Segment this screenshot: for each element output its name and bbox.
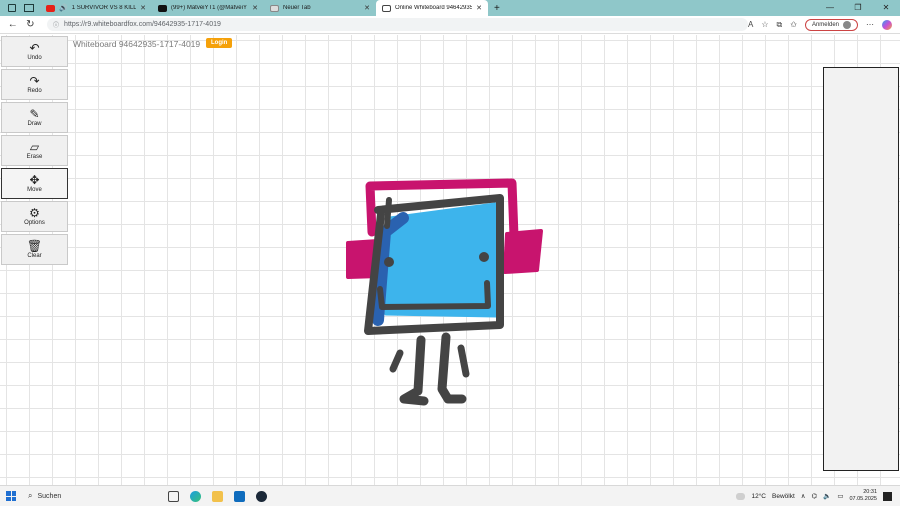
taskbar-search[interactable]: ⌕ Suchen (28, 489, 158, 503)
taskbar: ⌕ Suchen 12°C Bewölkt ∧ ⌬ 🔈 ▭ 20:31 07.0… (0, 485, 900, 506)
volume-icon[interactable]: 🔈 (823, 492, 831, 500)
move-button[interactable]: ✥ Move (1, 168, 68, 199)
tool-label: Erase (26, 154, 43, 160)
redo-button[interactable]: ↷ Redo (1, 69, 68, 100)
file-explorer-icon[interactable] (212, 490, 223, 502)
right-eye-dot (479, 252, 489, 262)
side-panel[interactable] (823, 67, 899, 471)
date-text: 07.05.2025 (849, 496, 877, 502)
trash-icon: 🗑 (26, 239, 43, 253)
drawing-layer (346, 178, 543, 406)
tool-label: Move (27, 187, 42, 193)
leg-stroke (457, 344, 470, 378)
left-eye-dot (384, 257, 394, 267)
weather-desc[interactable]: Bewölkt (772, 493, 795, 500)
erase-button[interactable]: ▱ Erase (1, 135, 68, 166)
tool-label: Clear (27, 253, 42, 259)
outlook-icon[interactable] (234, 490, 245, 502)
leg-stroke (399, 335, 429, 406)
right-earcup-stroke (503, 229, 543, 274)
weather-icon (736, 492, 746, 500)
battery-icon[interactable]: ▭ (837, 492, 843, 500)
chevron-up-icon[interactable]: ∧ (801, 492, 806, 500)
edge-icon[interactable] (190, 490, 201, 502)
login-button[interactable]: Login (206, 38, 233, 48)
task-view-icon[interactable] (168, 490, 179, 502)
whiteboard-title: Whiteboard 94642935-1717-4019 (73, 39, 201, 49)
leg-stroke (389, 349, 404, 373)
antenna-stroke (384, 197, 392, 229)
time-text: 20:31 (863, 489, 877, 495)
system-tray: 12°C Bewölkt ∧ ⌬ 🔈 ▭ 20:31 07.05.2025 (736, 489, 900, 503)
search-icon: ⌕ (28, 491, 33, 500)
tool-label: Redo (27, 88, 42, 94)
tool-label: Undo (27, 55, 42, 61)
tool-palette: ↶ Undo ↷ Redo ✎ Draw ▱ Erase ✥ Move ⚙ Op… (1, 36, 68, 267)
notification-icon[interactable] (883, 491, 892, 501)
pen-icon: ✎ (29, 107, 40, 121)
clear-button[interactable]: 🗑 Clear (1, 234, 68, 265)
draw-button[interactable]: ✎ Draw (1, 102, 68, 133)
redo-icon: ↷ (29, 74, 40, 88)
eraser-icon: ▱ (29, 140, 40, 154)
weather-temp[interactable]: 12°C (751, 493, 766, 500)
start-button[interactable] (6, 491, 16, 501)
taskbar-apps (168, 490, 267, 502)
search-label: Suchen (37, 492, 62, 500)
clock[interactable]: 20:31 07.05.2025 (849, 489, 877, 503)
undo-icon: ↶ (29, 41, 40, 55)
tool-label: Draw (27, 121, 42, 127)
undo-button[interactable]: ↶ Undo (1, 36, 68, 67)
tool-label: Options (24, 220, 45, 226)
network-icon[interactable]: ⌬ (812, 492, 818, 500)
gear-icon: ⚙ (29, 206, 40, 220)
options-button[interactable]: ⚙ Options (1, 201, 68, 232)
move-icon: ✥ (29, 173, 40, 187)
steam-icon[interactable] (256, 490, 267, 502)
